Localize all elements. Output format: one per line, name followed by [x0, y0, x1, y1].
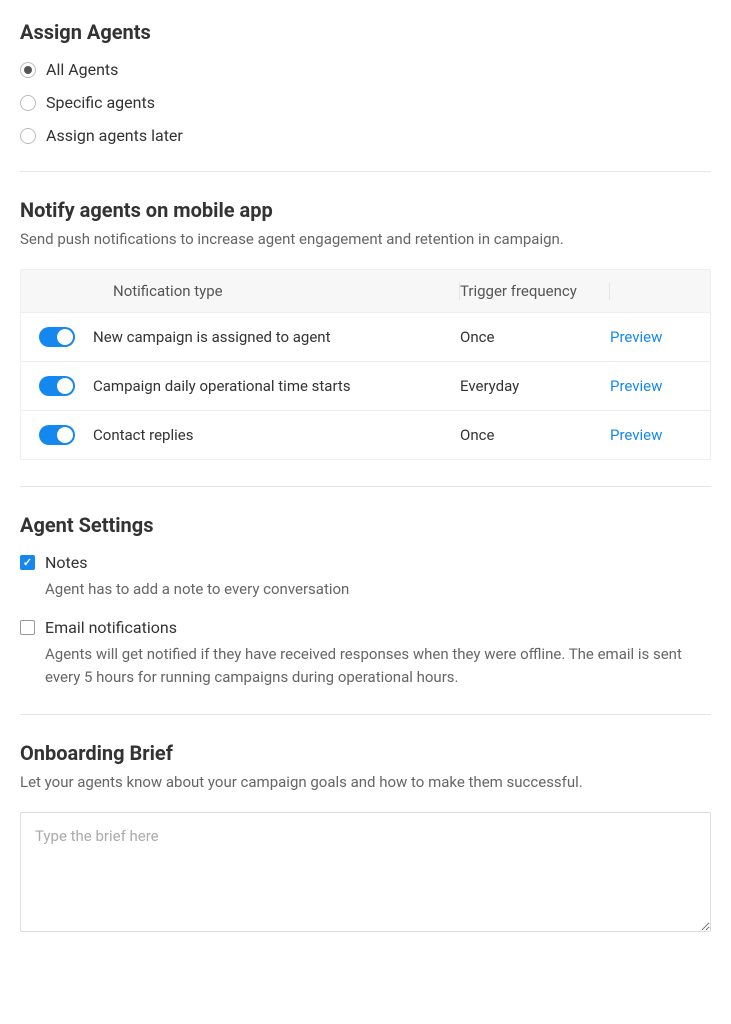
divider — [20, 486, 711, 487]
toggle-switch[interactable] — [39, 425, 75, 445]
preview-cell: Preview — [610, 328, 710, 346]
table-row: Contact replies Once Preview — [21, 411, 710, 459]
checkbox-label: Notes — [45, 553, 88, 572]
notify-title: Notify agents on mobile app — [20, 198, 711, 222]
onboarding-title: Onboarding Brief — [20, 741, 711, 765]
toggle-cell — [21, 425, 93, 445]
notification-frequency: Everyday — [460, 377, 610, 395]
toggle-switch[interactable] — [39, 327, 75, 347]
toggle-switch[interactable] — [39, 376, 75, 396]
radio-label: All Agents — [46, 60, 118, 79]
preview-link[interactable]: Preview — [610, 426, 662, 444]
notification-frequency: Once — [460, 328, 610, 346]
checkbox-icon — [20, 620, 35, 635]
radio-icon — [20, 128, 36, 144]
assign-agents-section: Assign Agents All Agents Specific agents… — [20, 20, 711, 145]
preview-link[interactable]: Preview — [610, 377, 662, 395]
radio-label: Specific agents — [46, 93, 155, 112]
assign-agents-radio-group: All Agents Specific agents Assign agents… — [20, 60, 711, 145]
radio-icon — [20, 95, 36, 111]
notification-frequency: Once — [460, 426, 610, 444]
onboarding-section: Onboarding Brief Let your agents know ab… — [20, 741, 711, 936]
checkbox-email-notifications[interactable]: Email notifications — [20, 618, 711, 637]
setting-email-notifications: Email notifications Agents will get noti… — [20, 618, 711, 688]
notify-agents-section: Notify agents on mobile app Send push no… — [20, 198, 711, 460]
checkbox-icon — [20, 555, 35, 570]
table-row: New campaign is assigned to agent Once P… — [21, 313, 710, 362]
radio-icon — [20, 62, 36, 78]
table-row: Campaign daily operational time starts E… — [21, 362, 710, 411]
assign-agents-title: Assign Agents — [20, 20, 711, 44]
col-type-head: Notification type — [93, 282, 460, 300]
radio-label: Assign agents later — [46, 126, 183, 145]
col-action-head — [610, 282, 710, 300]
col-freq-head: Trigger frequency — [460, 282, 610, 300]
checkbox-notes[interactable]: Notes — [20, 553, 711, 572]
col-toggle-head — [21, 282, 93, 300]
preview-link[interactable]: Preview — [610, 328, 662, 346]
checkbox-desc: Agents will get notified if they have re… — [45, 643, 711, 688]
checkbox-label: Email notifications — [45, 618, 177, 637]
agent-settings-title: Agent Settings — [20, 513, 711, 537]
toggle-cell — [21, 376, 93, 396]
preview-cell: Preview — [610, 377, 710, 395]
radio-specific-agents[interactable]: Specific agents — [20, 93, 711, 112]
preview-cell: Preview — [610, 426, 710, 444]
divider — [20, 171, 711, 172]
radio-all-agents[interactable]: All Agents — [20, 60, 711, 79]
notification-type: New campaign is assigned to agent — [93, 328, 460, 346]
divider — [20, 714, 711, 715]
checkbox-desc: Agent has to add a note to every convers… — [45, 578, 711, 601]
radio-assign-later[interactable]: Assign agents later — [20, 126, 711, 145]
onboarding-subtitle: Let your agents know about your campaign… — [20, 771, 711, 794]
toggle-cell — [21, 327, 93, 347]
notification-table: Notification type Trigger frequency New … — [20, 269, 711, 460]
notify-subtitle: Send push notifications to increase agen… — [20, 228, 711, 251]
notification-type: Campaign daily operational time starts — [93, 377, 460, 395]
agent-settings-section: Agent Settings Notes Agent has to add a … — [20, 513, 711, 689]
notification-table-head: Notification type Trigger frequency — [21, 270, 710, 313]
notification-type: Contact replies — [93, 426, 460, 444]
onboarding-brief-input[interactable] — [20, 812, 711, 932]
setting-notes: Notes Agent has to add a note to every c… — [20, 553, 711, 601]
